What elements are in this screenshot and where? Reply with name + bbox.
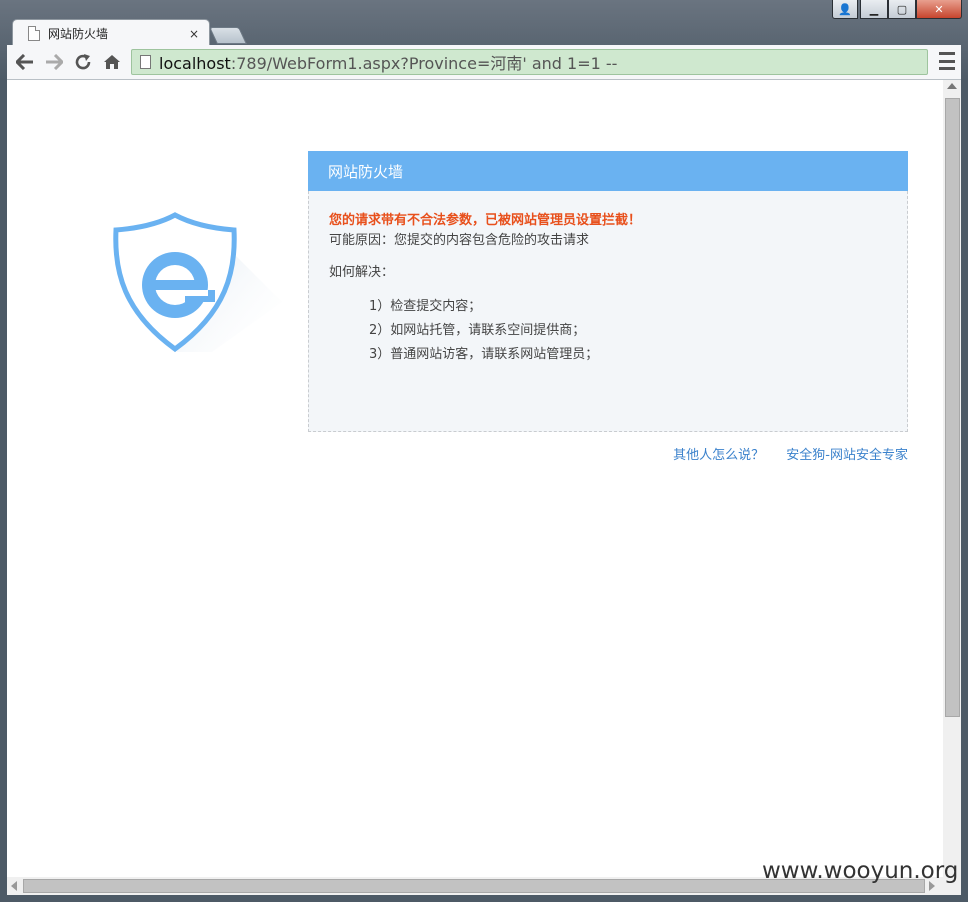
others-say-link[interactable]: 其他人怎么说？ bbox=[673, 448, 764, 463]
forward-arrow-icon[interactable] bbox=[42, 50, 66, 74]
maximize-button[interactable]: ▢ bbox=[888, 0, 916, 19]
reason-text: 可能原因：您提交的内容包含危险的攻击请求 bbox=[329, 233, 590, 248]
scroll-left-icon[interactable] bbox=[11, 881, 17, 891]
footer-links: 其他人怎么说？ 安全狗-网站安全专家 bbox=[655, 444, 908, 463]
close-window-button[interactable]: ✕ bbox=[916, 0, 962, 19]
error-title: 您的请求带有不合法参数，已被网站管理员设置拦截！ bbox=[329, 213, 642, 228]
home-icon[interactable] bbox=[100, 50, 124, 74]
back-arrow-icon[interactable] bbox=[13, 50, 37, 74]
toolbar: localhost:789/WebForm1.aspx?Province=河南'… bbox=[7, 45, 961, 80]
scrollbar-thumb[interactable] bbox=[945, 98, 960, 717]
safedog-link[interactable]: 安全狗-网站安全专家 bbox=[786, 448, 908, 463]
page-viewport: 网站防火墙 您的请求带有不合法参数，已被网站管理员设置拦截！ 可能原因：您提交的… bbox=[7, 80, 943, 877]
minimize-button[interactable]: ▁ bbox=[860, 0, 888, 19]
url-path: :789/WebForm1.aspx?Province=河南' and 1=1 … bbox=[230, 54, 618, 73]
new-tab-button[interactable] bbox=[209, 27, 247, 44]
window-controls: 👤 ▁ ▢ ✕ bbox=[832, 0, 962, 20]
shield-e-logo-icon bbox=[102, 212, 292, 357]
how-to-resolve-label: 如何解决： bbox=[329, 265, 395, 280]
panel-body: 您的请求带有不合法参数，已被网站管理员设置拦截！ 可能原因：您提交的内容包含危险… bbox=[308, 191, 908, 432]
address-bar[interactable]: localhost:789/WebForm1.aspx?Province=河南'… bbox=[131, 49, 928, 75]
tab-active[interactable]: 网站防火墙 × bbox=[12, 19, 210, 47]
reload-icon[interactable] bbox=[71, 50, 95, 74]
steps-list: 1）检查提交内容； 2）如网站托管，请联系空间提供商； 3）普通网站访客，请联系… bbox=[329, 295, 887, 367]
vertical-scrollbar[interactable] bbox=[943, 80, 961, 877]
scroll-up-icon[interactable] bbox=[947, 83, 957, 89]
list-item: 2）如网站托管，请联系空间提供商； bbox=[369, 323, 586, 338]
url-host: localhost bbox=[159, 54, 231, 73]
watermark: www.wooyun.org bbox=[762, 858, 959, 884]
panel-header: 网站防火墙 bbox=[308, 151, 908, 191]
menu-icon[interactable] bbox=[939, 52, 955, 70]
list-item: 1）检查提交内容； bbox=[369, 299, 482, 314]
page-icon bbox=[28, 26, 40, 41]
tab-close-icon[interactable]: × bbox=[187, 27, 201, 41]
user-icon[interactable]: 👤 bbox=[832, 0, 858, 19]
browser-window: 👤 ▁ ▢ ✕ 网站防火墙 × localhost:789/WebForm1.a… bbox=[0, 0, 968, 902]
list-item: 3）普通网站访客，请联系网站管理员； bbox=[369, 347, 599, 362]
tab-title: 网站防火墙 bbox=[48, 27, 109, 41]
page-icon bbox=[140, 55, 151, 69]
url-text[interactable]: localhost:789/WebForm1.aspx?Province=河南'… bbox=[159, 50, 617, 74]
